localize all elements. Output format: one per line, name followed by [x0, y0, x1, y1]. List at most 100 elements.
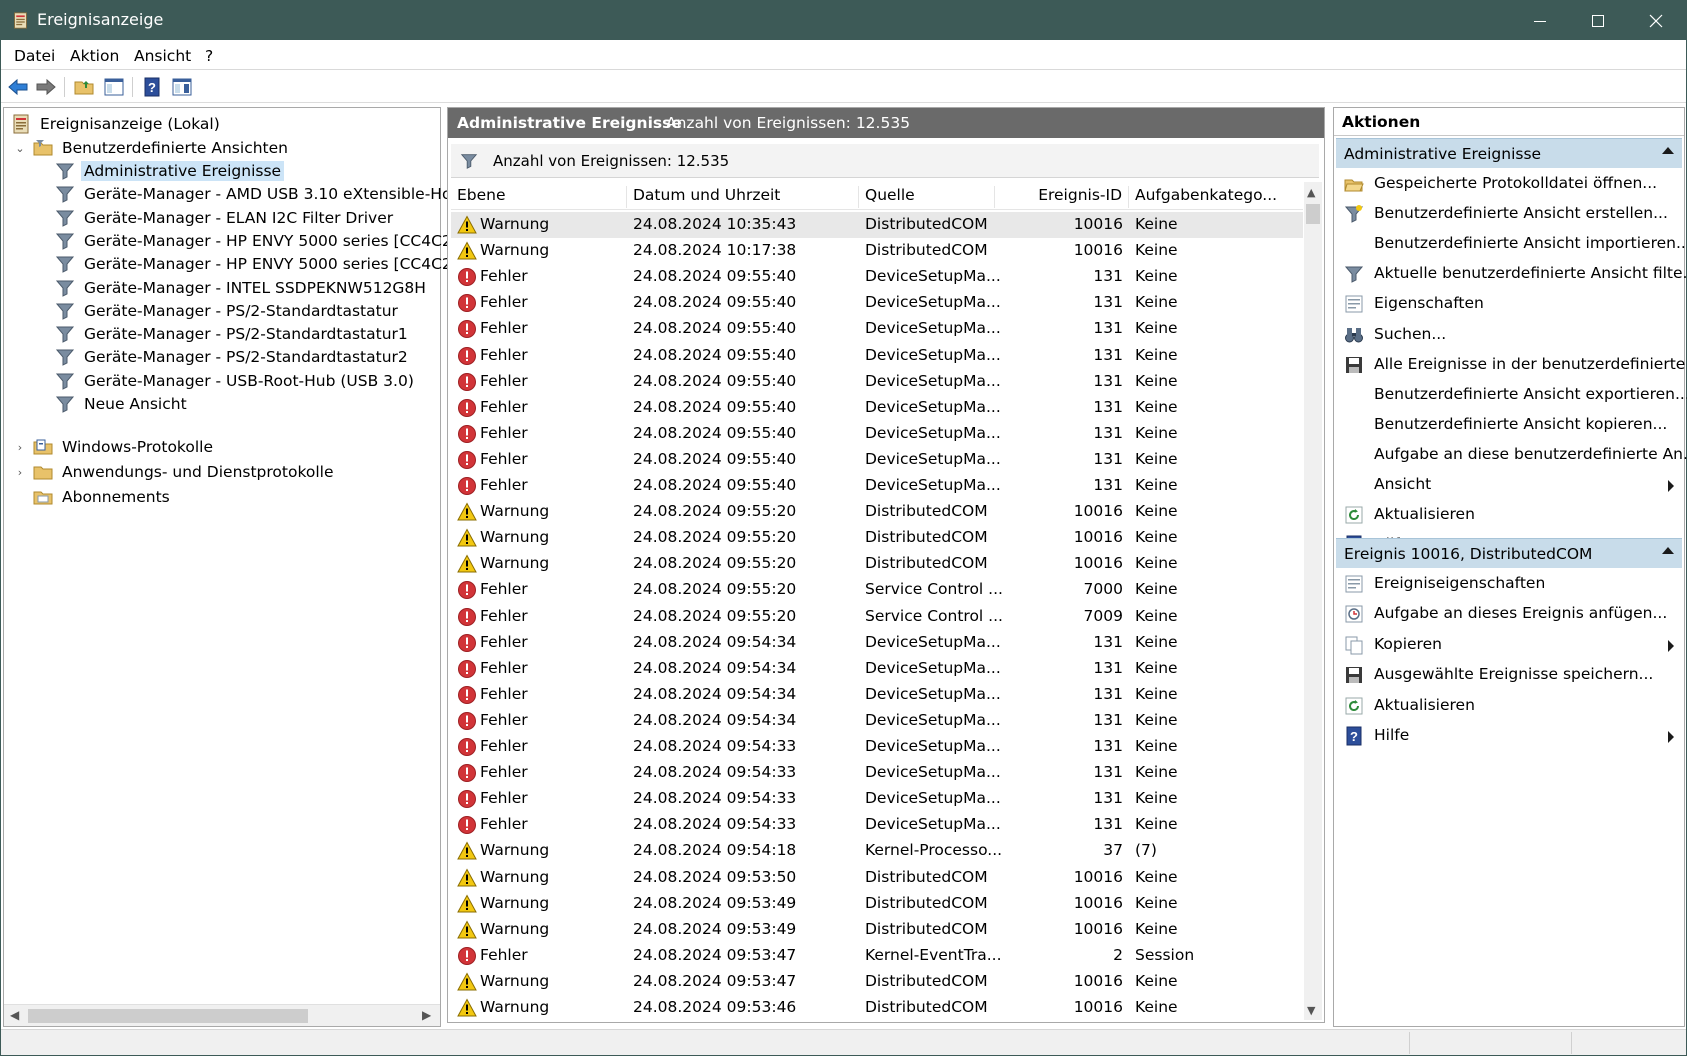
actions-section-view[interactable]: Administrative Ereignisse: [1336, 138, 1682, 168]
table-row[interactable]: Fehler 24.08.2024 09:55:40 DeviceSetupMa..…: [451, 421, 1303, 447]
tree-view-item[interactable]: Geräte-Manager - HP ENVY 5000 series [CC…: [55, 229, 471, 253]
action-item[interactable]: Benutzerdefinierte Ansicht kopieren...: [1336, 411, 1682, 439]
action-item[interactable]: Alle Ereignisse in der benutzerdefiniert…: [1336, 351, 1687, 379]
help-button[interactable]: [140, 76, 164, 98]
scroll-right-icon[interactable]: ▶: [422, 1008, 431, 1022]
table-row[interactable]: Warnung 24.08.2024 09:53:47 DistributedCOM…: [451, 969, 1303, 995]
menu-aktion[interactable]: Aktion: [70, 47, 119, 65]
col-aufgabenkategorie[interactable]: Aufgabenkatego...: [1129, 186, 1303, 208]
table-row[interactable]: Warnung 24.08.2024 09:53:50 DistributedCOM…: [451, 865, 1303, 891]
scroll-up-icon[interactable]: ▲: [1307, 186, 1315, 199]
expand-chevron-icon[interactable]: ⌄: [14, 142, 26, 155]
table-row[interactable]: Fehler 24.08.2024 09:54:33 DeviceSetupMa..…: [451, 760, 1303, 786]
table-row[interactable]: Fehler 24.08.2024 09:54:33 DeviceSetupMa..…: [451, 812, 1303, 838]
action-item[interactable]: Aktualisieren: [1336, 692, 1682, 720]
tree-view-item[interactable]: Geräte-Manager - AMD USB 3.10 eXtensible…: [55, 182, 487, 206]
tree-view-item[interactable]: Geräte-Manager - INTEL SSDPEKNW512G8H: [55, 276, 429, 300]
collapsed-chevron-icon[interactable]: ›: [14, 466, 26, 479]
title-bar[interactable]: Ereignisanzeige: [1, 1, 1686, 40]
collapse-icon[interactable]: [1662, 147, 1674, 154]
action-item[interactable]: Aktualisieren: [1336, 501, 1682, 529]
tree-app-logs[interactable]: Anwendungs- und Dienstprotokolle: [33, 460, 337, 484]
table-row[interactable]: Warnung 24.08.2024 09:53:46 DistributedCOM…: [451, 995, 1303, 1020]
menu-datei[interactable]: Datei: [14, 47, 55, 65]
action-item[interactable]: Aktuelle benutzerdefinierte Ansicht filt…: [1336, 260, 1687, 288]
table-row[interactable]: Warnung 24.08.2024 10:17:38 DistributedCOM…: [451, 238, 1303, 264]
table-row[interactable]: Fehler 24.08.2024 09:54:34 DeviceSetupMa..…: [451, 682, 1303, 708]
show-hide-action-pane-button[interactable]: [170, 76, 194, 98]
action-item[interactable]: Suchen...: [1336, 321, 1682, 349]
scrollbar-thumb[interactable]: [28, 1009, 308, 1023]
table-row[interactable]: Fehler 24.08.2024 09:55:20 Service Control…: [451, 577, 1303, 603]
action-item[interactable]: Kopieren: [1336, 631, 1682, 659]
table-row[interactable]: Fehler 24.08.2024 09:54:33 DeviceSetupMa..…: [451, 734, 1303, 760]
col-datum[interactable]: Datum und Uhrzeit: [627, 186, 859, 208]
folder-up-button[interactable]: [72, 76, 96, 98]
table-row[interactable]: Fehler 24.08.2024 09:54:34 DeviceSetupMa..…: [451, 708, 1303, 734]
scroll-down-icon[interactable]: ▼: [1307, 1004, 1315, 1017]
table-row[interactable]: Fehler 24.08.2024 09:55:20 Service Control…: [451, 604, 1303, 630]
table-row[interactable]: Warnung 24.08.2024 10:35:43 DistributedCOM…: [451, 212, 1303, 238]
action-item[interactable]: Benutzerdefinierte Ansicht exportieren..…: [1336, 381, 1687, 409]
tree-view-item[interactable]: Geräte-Manager - HP ENVY 5000 series [CC…: [55, 252, 481, 276]
scroll-left-icon[interactable]: ◀: [10, 1008, 19, 1022]
action-item[interactable]: Ansicht: [1336, 471, 1682, 499]
table-row[interactable]: Warnung 24.08.2024 09:54:18 Kernel-Process…: [451, 838, 1303, 864]
tree-view-item[interactable]: Administrative Ereignisse: [55, 159, 285, 183]
horizontal-scrollbar[interactable]: ◀ ▶: [4, 1004, 440, 1026]
action-item[interactable]: Benutzerdefinierte Ansicht importieren..…: [1336, 230, 1687, 258]
minimize-button[interactable]: [1511, 1, 1569, 40]
table-row[interactable]: Fehler 24.08.2024 09:55:40 DeviceSetupMa..…: [451, 369, 1303, 395]
action-item[interactable]: Eigenschaften: [1336, 290, 1682, 318]
tree-view-item[interactable]: Neue Ansicht: [55, 392, 190, 416]
action-item[interactable]: Ereigniseigenschaften: [1336, 570, 1682, 598]
table-row[interactable]: Fehler 24.08.2024 09:55:40 DeviceSetupMa..…: [451, 264, 1303, 290]
collapsed-chevron-icon[interactable]: ›: [14, 441, 26, 454]
menu-ansicht[interactable]: Ansicht: [134, 47, 191, 65]
action-item[interactable]: Aufgabe an dieses Ereignis anfügen...: [1336, 600, 1682, 628]
table-row[interactable]: Warnung 24.08.2024 09:55:20 DistributedCOM…: [451, 525, 1303, 551]
tree-root[interactable]: Ereignisanzeige (Lokal): [11, 112, 223, 136]
action-item[interactable]: Benutzerdefinierte Ansicht erstellen...: [1336, 200, 1682, 228]
col-ereignis-id[interactable]: Ereignis-ID: [995, 186, 1129, 208]
table-row[interactable]: Fehler 24.08.2024 09:54:34 DeviceSetupMa..…: [451, 656, 1303, 682]
col-quelle[interactable]: Quelle: [859, 186, 995, 208]
action-item[interactable]: Gespeicherte Protokolldatei öffnen...: [1336, 170, 1682, 198]
actions-section-event[interactable]: Ereignis 10016, DistributedCOM: [1336, 538, 1682, 568]
action-item[interactable]: Ausgewählte Ereignisse speichern...: [1336, 661, 1682, 689]
forward-button[interactable]: [34, 76, 58, 98]
close-button[interactable]: [1627, 1, 1685, 40]
action-item[interactable]: Aufgabe an diese benutzerdefinierte An..…: [1336, 441, 1687, 469]
table-row[interactable]: Fehler 24.08.2024 09:54:34 DeviceSetupMa..…: [451, 630, 1303, 656]
table-row[interactable]: Warnung 24.08.2024 09:53:49 DistributedCOM…: [451, 917, 1303, 943]
tree-view-item[interactable]: Geräte-Manager - PS/2-Standardtastatur2: [55, 345, 411, 369]
back-button[interactable]: [6, 76, 30, 98]
tree-view-item[interactable]: Geräte-Manager - USB-Root-Hub (USB 3.0): [55, 369, 417, 393]
action-item[interactable]: Hilfe: [1336, 722, 1682, 750]
table-row[interactable]: Fehler 24.08.2024 09:55:40 DeviceSetupMa..…: [451, 316, 1303, 342]
tree-view-item[interactable]: Geräte-Manager - PS/2-Standardtastatur1: [55, 322, 411, 346]
table-row[interactable]: Warnung 24.08.2024 09:55:20 DistributedCOM…: [451, 499, 1303, 525]
tree-view-item[interactable]: Geräte-Manager - PS/2-Standardtastatur: [55, 299, 401, 323]
maximize-button[interactable]: [1569, 1, 1627, 40]
tree-view-item[interactable]: Geräte-Manager - ELAN I2C Filter Driver: [55, 206, 396, 230]
show-hide-tree-button[interactable]: [102, 76, 126, 98]
table-row[interactable]: Warnung 24.08.2024 09:55:20 DistributedCOM…: [451, 551, 1303, 577]
tree-custom-views[interactable]: Benutzerdefinierte Ansichten: [33, 136, 291, 160]
collapse-icon[interactable]: [1662, 547, 1674, 554]
table-row[interactable]: Fehler 24.08.2024 09:55:40 DeviceSetupMa..…: [451, 290, 1303, 316]
scrollbar-thumb[interactable]: [1306, 204, 1320, 224]
table-row[interactable]: Fehler 24.08.2024 09:55:40 DeviceSetupMa..…: [451, 447, 1303, 473]
vertical-scrollbar[interactable]: ▲ ▼: [1304, 182, 1322, 1020]
table-row[interactable]: Fehler 24.08.2024 09:53:47 Kernel-EventTra…: [451, 943, 1303, 969]
table-row[interactable]: Fehler 24.08.2024 09:55:40 DeviceSetupMa..…: [451, 473, 1303, 499]
table-row[interactable]: Fehler 24.08.2024 09:55:40 DeviceSetupMa..…: [451, 343, 1303, 369]
table-row[interactable]: Fehler 24.08.2024 09:55:40 DeviceSetupMa..…: [451, 395, 1303, 421]
col-ebene[interactable]: Ebene: [451, 186, 627, 208]
maximize-icon: [1592, 14, 1604, 27]
tree-subscriptions[interactable]: Abonnements: [33, 485, 173, 509]
table-row[interactable]: Fehler 24.08.2024 09:54:33 DeviceSetupMa..…: [451, 786, 1303, 812]
table-row[interactable]: Warnung 24.08.2024 09:53:49 DistributedCOM…: [451, 891, 1303, 917]
tree-windows-logs[interactable]: Windows-Protokolle: [33, 435, 216, 459]
menu-help[interactable]: ?: [205, 47, 213, 65]
